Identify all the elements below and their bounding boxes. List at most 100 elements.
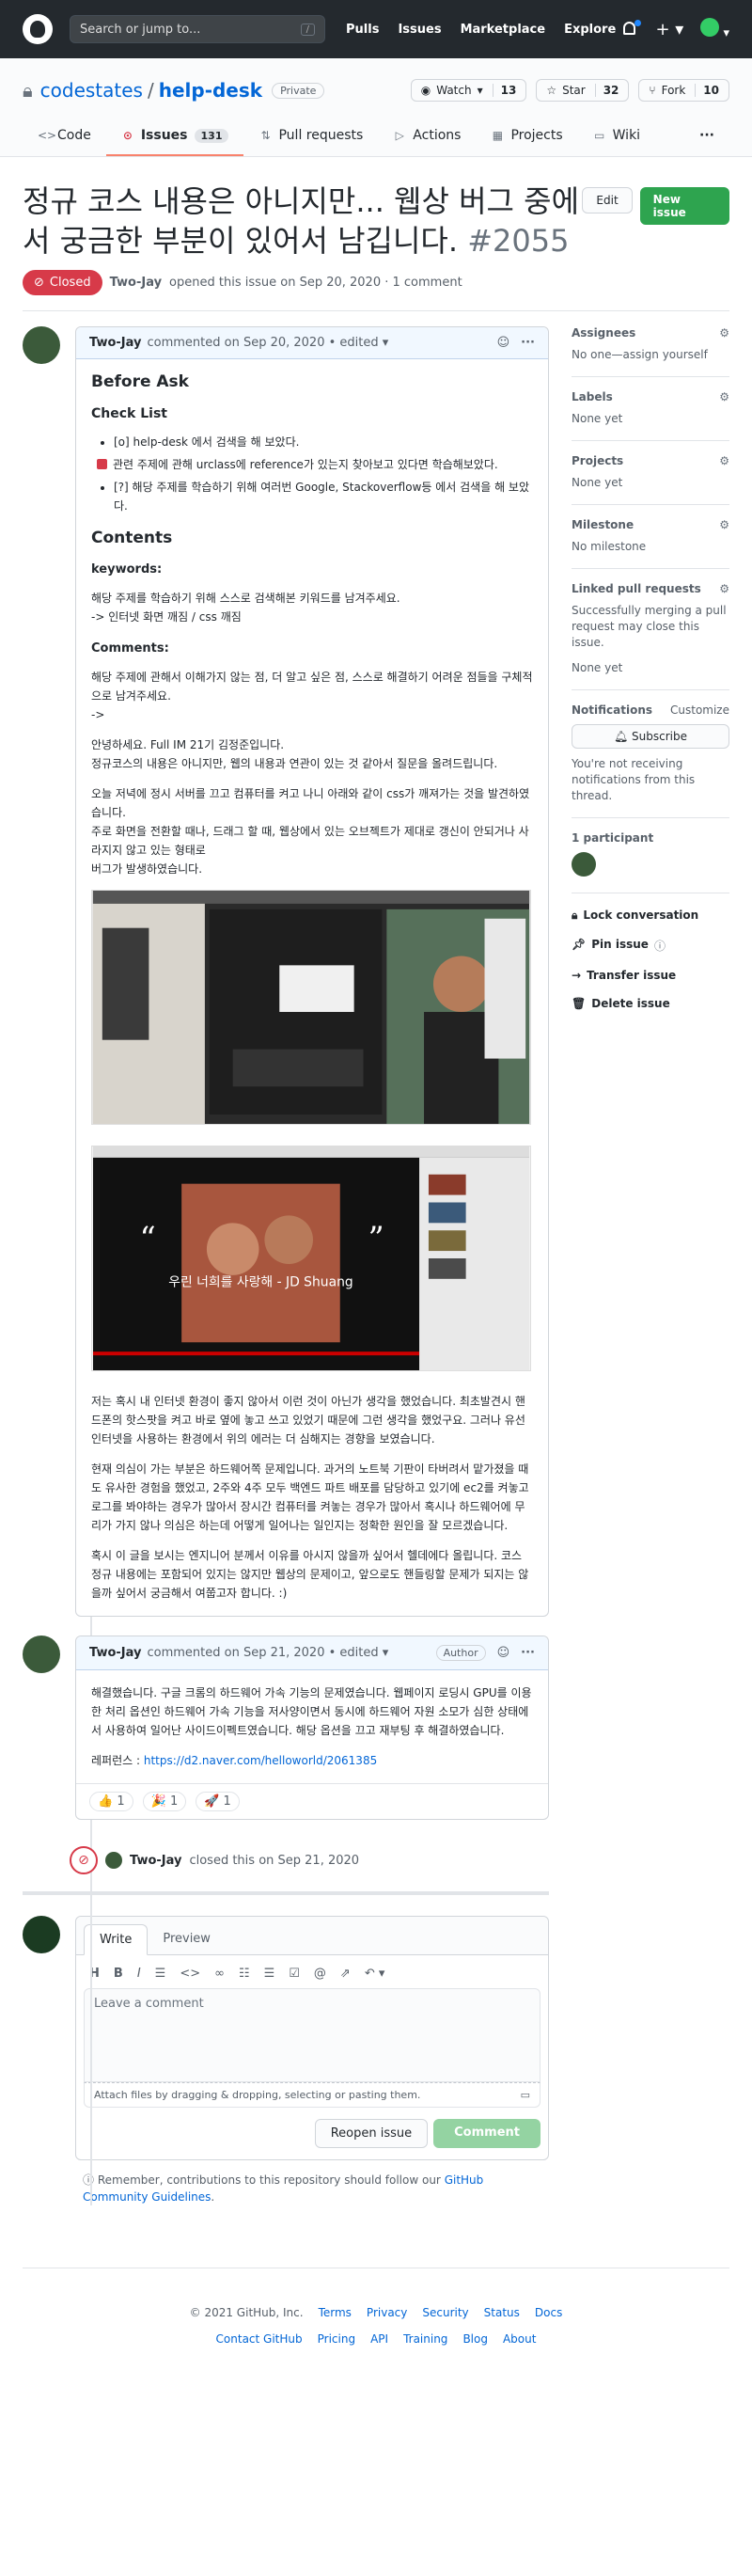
participant-avatar[interactable]: [572, 852, 596, 877]
footer-link-security[interactable]: Security: [422, 2306, 468, 2319]
footer-link-privacy[interactable]: Privacy: [367, 2306, 407, 2319]
create-new-icon[interactable]: + ▾: [655, 20, 683, 40]
footer-link-blog[interactable]: Blog: [462, 2332, 488, 2346]
comment-meta[interactable]: commented on Sep 21, 2020 • edited ▾: [147, 1646, 388, 1660]
delete-issue-link[interactable]: 🗑︎ Delete issue: [572, 989, 729, 1018]
footer-link-training[interactable]: Training: [403, 2332, 447, 2346]
tab-projects[interactable]: ▦ Projects: [476, 119, 577, 156]
tab-pull-requests[interactable]: ⇅ Pull requests: [243, 119, 378, 156]
repo-name-link[interactable]: help-desk: [159, 79, 262, 102]
lock-conversation-link[interactable]: 🔒︎ Lock conversation: [572, 901, 729, 930]
avatar[interactable]: [23, 326, 60, 364]
gear-icon[interactable]: ⚙: [719, 326, 729, 340]
nav-pulls[interactable]: Pulls: [346, 23, 379, 37]
more-tabs-icon[interactable]: ···: [684, 119, 729, 156]
reopen-issue-button[interactable]: Reopen issue: [314, 2119, 429, 2148]
mention-icon[interactable]: @: [314, 1967, 326, 1981]
gear-icon[interactable]: ⚙: [719, 454, 729, 467]
transfer-issue-link[interactable]: → Transfer issue: [572, 961, 729, 989]
task-list-icon[interactable]: ☑: [289, 1967, 300, 1981]
avatar[interactable]: [105, 1852, 122, 1869]
star-count[interactable]: 32: [594, 84, 619, 97]
issue-sidebar: Assignees ⚙ No one—assign yourself Labels ⚙…: [572, 326, 729, 2205]
avatar[interactable]: [23, 1636, 60, 1673]
customize-link[interactable]: Customize: [670, 703, 729, 717]
watch-count[interactable]: 13: [492, 84, 516, 97]
repo-owner-link[interactable]: codestates: [40, 79, 143, 102]
emoji-reaction-icon[interactable]: ☺: [497, 336, 510, 350]
issue-meta-text: opened this issue on Sep 20, 2020 · 1 co…: [169, 276, 462, 290]
footer-link-pricing[interactable]: Pricing: [318, 2332, 355, 2346]
comment-author-link[interactable]: Two-Jay: [89, 1646, 141, 1660]
new-issue-button[interactable]: New issue: [639, 187, 729, 225]
tab-preview[interactable]: Preview: [148, 1924, 226, 1954]
github-logo-icon[interactable]: [23, 14, 53, 44]
timeline-end-divider: [23, 1891, 549, 1895]
gear-icon[interactable]: ⚙: [719, 390, 729, 403]
gear-icon[interactable]: ⚙: [719, 518, 729, 531]
footer-link-terms[interactable]: Terms: [319, 2306, 352, 2319]
comment-meta[interactable]: commented on Sep 20, 2020 • edited ▾: [147, 336, 388, 350]
star-button[interactable]: ☆ Star 32: [536, 79, 630, 102]
kebab-menu-icon[interactable]: ···: [521, 336, 535, 350]
bullet-list-icon[interactable]: ☷: [239, 1967, 250, 1981]
edit-button[interactable]: Edit: [582, 187, 633, 213]
bold-icon[interactable]: B: [114, 1967, 123, 1981]
comment-author-link[interactable]: Two-Jay: [89, 336, 141, 350]
tab-wiki[interactable]: ▭ Wiki: [578, 119, 655, 156]
search-input[interactable]: Search or jump to... /: [70, 15, 325, 43]
pin-issue-link[interactable]: 📌︎ Pin issue ⓘ: [572, 930, 729, 961]
nav-marketplace[interactable]: Marketplace: [461, 23, 546, 37]
footer-link-about[interactable]: About: [503, 2332, 536, 2346]
tab-issues[interactable]: ⊙ Issues 131: [105, 119, 244, 156]
user-avatar[interactable]: ▾: [700, 18, 729, 40]
attach-files-bar[interactable]: Attach files by dragging & dropping, sel…: [84, 2082, 540, 2108]
closed-event: ⊘ Two-Jay closed this on Sep 21, 2020: [23, 1839, 549, 1891]
fork-count[interactable]: 10: [695, 84, 719, 97]
link-icon[interactable]: ∞: [214, 1967, 225, 1981]
footer-link-api[interactable]: API: [370, 2332, 388, 2346]
reference-link[interactable]: https://d2.naver.com/helloworld/2061385: [144, 1754, 377, 1767]
paragraph: 해결했습니다. 구글 크롬의 하드웨어 가속 기능의 문제였습니다. 웹페이지 …: [91, 1686, 532, 1737]
cross-reference-icon[interactable]: ⇗: [340, 1967, 351, 1981]
footer-link-docs[interactable]: Docs: [535, 2306, 562, 2319]
notifications-icon[interactable]: [623, 20, 642, 37]
milestone-section: Milestone ⚙ No milestone: [572, 505, 729, 569]
project-icon: ▦: [492, 129, 504, 142]
gear-icon[interactable]: ⚙: [719, 582, 729, 595]
repo-tabs: <> Code ⊙ Issues 131 ⇅ Pull requests ▷ Action…: [23, 119, 729, 156]
fork-button[interactable]: ⑂ Fork 10: [638, 79, 729, 102]
reaction-rocket[interactable]: 🚀 1: [196, 1792, 240, 1811]
reaction-tada[interactable]: 🎉 1: [142, 1792, 187, 1811]
issue-author-link[interactable]: Two-Jay: [110, 276, 162, 290]
event-author-link[interactable]: Two-Jay: [130, 1854, 181, 1868]
nav-issues[interactable]: Issues: [398, 23, 441, 37]
markdown-icon[interactable]: ▭: [521, 2089, 530, 2101]
tab-write[interactable]: Write: [84, 1924, 149, 1955]
kebab-menu-icon[interactable]: ···: [521, 1646, 535, 1660]
avatar[interactable]: [23, 1916, 60, 1953]
new-comment-form: Write Preview H B I ☰ <> ∞ ☷ ☰ ☑ @ ⇗ ↶ ▾: [23, 1916, 549, 2160]
author-badge: Author: [435, 1645, 486, 1661]
screenshot-image-1[interactable]: [91, 890, 531, 1125]
code-icon[interactable]: <>: [180, 1967, 200, 1981]
italic-icon[interactable]: I: [137, 1967, 141, 1981]
linked-prs-section: Linked pull requests ⚙ Successfully mergin…: [572, 569, 729, 690]
comment-textarea[interactable]: Leave a comment: [84, 1988, 540, 2082]
tab-code[interactable]: <> Code: [23, 119, 106, 156]
nav-explore[interactable]: Explore: [564, 23, 616, 37]
footer-link-status[interactable]: Status: [484, 2306, 520, 2319]
numbered-list-icon[interactable]: ☰: [264, 1967, 275, 1981]
watch-button[interactable]: ◉ Watch ▾ 13: [410, 79, 527, 102]
comment-button[interactable]: Comment: [433, 2119, 540, 2148]
repo-header: 🔒︎ codestates / help-desk Private ◉ Watch…: [0, 58, 752, 157]
footer-link-contact[interactable]: Contact GitHub: [216, 2332, 303, 2346]
subscribe-button[interactable]: 🔔︎ Subscribe: [572, 724, 729, 749]
tab-actions[interactable]: ▷ Actions: [378, 119, 476, 156]
quote-icon[interactable]: ☰: [155, 1967, 166, 1981]
reaction-thumbs-up[interactable]: 👍 1: [89, 1792, 133, 1811]
comment-body: 해결했습니다. 구글 크롬의 하드웨어 가속 기능의 문제였습니다. 웹페이지 …: [76, 1670, 548, 1783]
screenshot-image-2[interactable]: “ ” 우린 너희를 사랑해 - JD Shuang: [91, 1146, 531, 1371]
emoji-reaction-icon[interactable]: ☺: [497, 1646, 510, 1660]
saved-reply-icon[interactable]: ↶ ▾: [365, 1967, 385, 1981]
